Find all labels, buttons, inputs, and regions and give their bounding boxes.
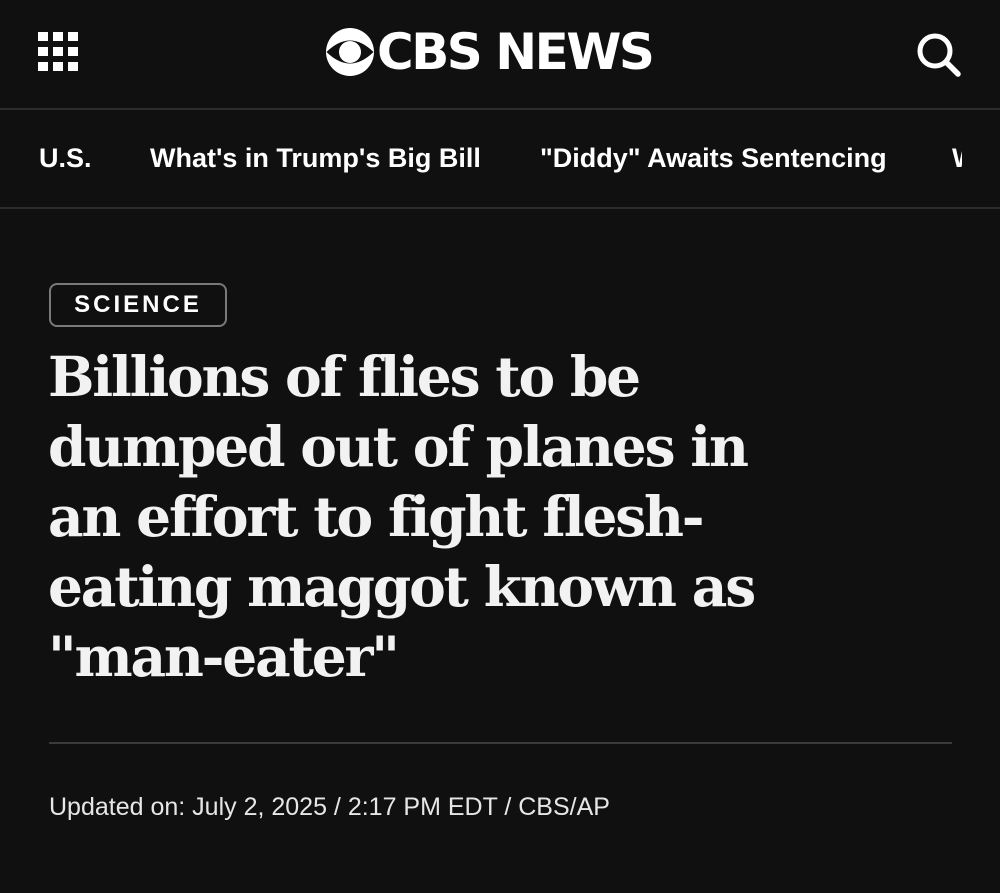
topic-nav: U.S. What's in Trump's Big Bill "Diddy" … bbox=[0, 110, 1000, 209]
grid-menu-icon[interactable] bbox=[38, 32, 80, 72]
topic-nav-item-us[interactable]: U.S. bbox=[39, 110, 92, 207]
site-logo[interactable]: CBS NEWS bbox=[325, 23, 655, 81]
category-badge[interactable]: SCIENCE bbox=[49, 283, 227, 327]
topic-nav-item-diddy-sentencing[interactable]: "Diddy" Awaits Sentencing bbox=[540, 110, 887, 207]
divider bbox=[49, 742, 952, 744]
topic-nav-item-truncated[interactable]: W bbox=[952, 110, 962, 207]
article-headline: Billions of flies to be dumped out of pl… bbox=[48, 344, 756, 689]
site-header: CBS NEWS bbox=[0, 0, 1000, 110]
cbs-eye-icon bbox=[326, 28, 374, 76]
topic-nav-item-trump-big-bill[interactable]: What's in Trump's Big Bill bbox=[150, 110, 481, 207]
article-byline: Updated on: July 2, 2025 / 2:17 PM EDT /… bbox=[49, 793, 610, 821]
search-icon[interactable] bbox=[914, 30, 962, 78]
topic-nav-overflow: W bbox=[952, 110, 962, 207]
logo-wordmark: CBS NEWS bbox=[377, 23, 655, 81]
